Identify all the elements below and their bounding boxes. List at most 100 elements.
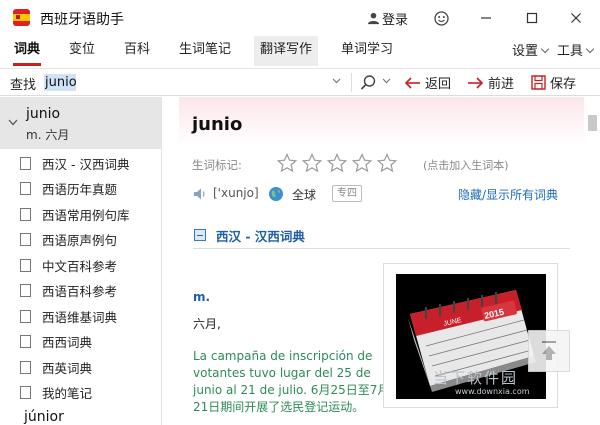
smiley-icon	[433, 10, 449, 26]
close-button[interactable]	[565, 7, 587, 29]
document-icon	[20, 334, 31, 348]
selected-entry[interactable]: junio m. 六月	[0, 97, 161, 149]
document-icon	[20, 207, 31, 221]
document-icon	[20, 156, 31, 170]
search-history-dropdown-icon[interactable]	[332, 78, 341, 84]
entry-word: junio	[192, 114, 243, 135]
menu-dictionary[interactable]: 词典	[8, 36, 46, 66]
search-options-icon[interactable]	[382, 78, 391, 84]
watermark-subtext: www.downxia.com	[455, 387, 530, 396]
vocab-star-rating[interactable]	[276, 153, 398, 173]
dictionary-item[interactable]: 西语历年真题	[20, 176, 160, 200]
dictionary-label: 西语历年真题	[42, 181, 118, 197]
arrow-up-icon	[542, 341, 556, 360]
dictionary-label: 西语原声例句	[42, 232, 118, 248]
skin-button[interactable]	[430, 7, 452, 29]
selected-definition: m. 六月	[26, 128, 70, 142]
collapse-section-button[interactable]	[194, 229, 206, 241]
document-icon	[20, 283, 31, 297]
save-button[interactable]: 保存	[531, 73, 576, 92]
watermark-text: 当下软件园	[433, 369, 519, 387]
app-title: 西班牙语助手	[40, 12, 124, 28]
chevron-down-icon	[585, 44, 595, 54]
globe-icon[interactable]	[268, 186, 284, 202]
title-bar: 西班牙语助手 登录	[0, 0, 600, 36]
phonetic: ['xunjo]	[213, 186, 259, 200]
back-to-top-button[interactable]	[528, 330, 570, 372]
star-icon[interactable]	[301, 153, 323, 173]
dictionary-item[interactable]: 西语维基词典	[20, 304, 160, 328]
dictionary-label: 西语常用例句库	[42, 207, 130, 223]
forward-button[interactable]: 前进	[467, 73, 514, 92]
vocab-mark-label: 生词标记:	[192, 158, 242, 172]
settings-menu[interactable]: 设置	[512, 36, 550, 66]
spain-flag-icon	[13, 9, 30, 26]
section-divider	[193, 248, 570, 249]
document-icon	[20, 360, 31, 374]
dictionary-item[interactable]: 西语常用例句库	[20, 202, 160, 226]
selected-word: junio	[26, 106, 61, 122]
document-icon	[20, 181, 31, 195]
menu-vocab-notes[interactable]: 生词笔记	[173, 36, 237, 66]
forward-label: 前进	[488, 77, 515, 92]
part-of-speech: m.	[193, 290, 211, 304]
dictionary-label: 西西词典	[42, 334, 93, 350]
toggle-all-dictionaries-link[interactable]: 隐藏/显示所有词典	[458, 186, 558, 203]
maximize-icon	[526, 12, 538, 24]
close-icon	[571, 13, 581, 23]
menu-translate-write[interactable]: 翻译写作	[254, 36, 319, 66]
dictionary-label: 西汉 - 汉西词典	[42, 156, 130, 172]
region-label: 全球	[292, 188, 317, 202]
document-icon	[20, 232, 31, 246]
tools-menu[interactable]: 工具	[557, 36, 595, 66]
star-icon[interactable]	[351, 153, 373, 173]
chevron-down-icon[interactable]	[8, 119, 18, 126]
dictionary-item[interactable]: 我的笔记	[20, 380, 160, 404]
minimize-button[interactable]	[475, 7, 497, 29]
document-icon	[20, 309, 31, 323]
dictionary-label: 西语维基词典	[42, 309, 118, 325]
sidebar: junio m. 六月 西汉 - 汉西词典 西语历年真题 西语常用例句库 西语原…	[0, 97, 162, 425]
star-icon[interactable]	[326, 153, 348, 173]
menu-encyclopedia[interactable]: 百科	[118, 36, 156, 66]
next-entry-word[interactable]: júnior	[24, 409, 64, 425]
back-button[interactable]: 返回	[404, 73, 451, 92]
search-icon[interactable]	[360, 74, 377, 91]
user-icon	[367, 12, 380, 25]
vocab-hint: (点击加入生词本)	[423, 159, 509, 172]
search-input[interactable]	[43, 72, 350, 93]
star-icon[interactable]	[276, 153, 298, 173]
dictionary-item[interactable]: 中文百科参考	[20, 253, 160, 277]
scrollbar-thumb[interactable]	[588, 115, 597, 131]
dictionary-item[interactable]: 西西词典	[20, 329, 160, 353]
section-title[interactable]: 西汉 - 汉西词典	[216, 226, 305, 245]
dictionary-label: 西语百科参考	[42, 283, 118, 299]
menu-word-study[interactable]: 单词学习	[335, 36, 399, 66]
login-button[interactable]: 登录	[367, 9, 408, 28]
chevron-down-icon	[540, 44, 550, 54]
document-icon	[20, 385, 31, 399]
minimize-icon	[481, 17, 491, 19]
dictionary-item[interactable]: 西语百科参考	[20, 278, 160, 302]
app-window: 西班牙语助手 登录 词典 变位 百科 生词笔记 翻译写作 单词学习 设置 工具	[0, 0, 600, 425]
arrow-left-icon	[404, 76, 420, 89]
menu-bar: 词典 变位 百科 生词笔记 翻译写作 单词学习 设置 工具	[0, 36, 600, 66]
dictionary-item[interactable]: 西语原声例句	[20, 227, 160, 251]
login-label: 登录	[382, 13, 409, 28]
dictionary-item[interactable]: 西英词典	[20, 355, 160, 379]
save-label: 保存	[550, 77, 577, 92]
speaker-icon[interactable]	[193, 187, 207, 201]
star-icon[interactable]	[376, 153, 398, 173]
dictionary-item[interactable]: 西汉 - 汉西词典	[20, 151, 160, 175]
tools-label: 工具	[557, 43, 584, 59]
content-scrollbar[interactable]	[585, 97, 600, 425]
save-icon	[531, 75, 546, 90]
definition: 六月,	[193, 317, 221, 331]
arrow-right-icon	[468, 76, 484, 89]
settings-label: 设置	[512, 43, 539, 59]
menu-conjugation[interactable]: 变位	[63, 36, 101, 66]
maximize-button[interactable]	[521, 7, 543, 29]
example-sentence: La campaña de inscripción de votantes tu…	[193, 349, 390, 414]
search-label: 查找	[10, 78, 37, 93]
dictionary-label: 中文百科参考	[42, 258, 118, 274]
